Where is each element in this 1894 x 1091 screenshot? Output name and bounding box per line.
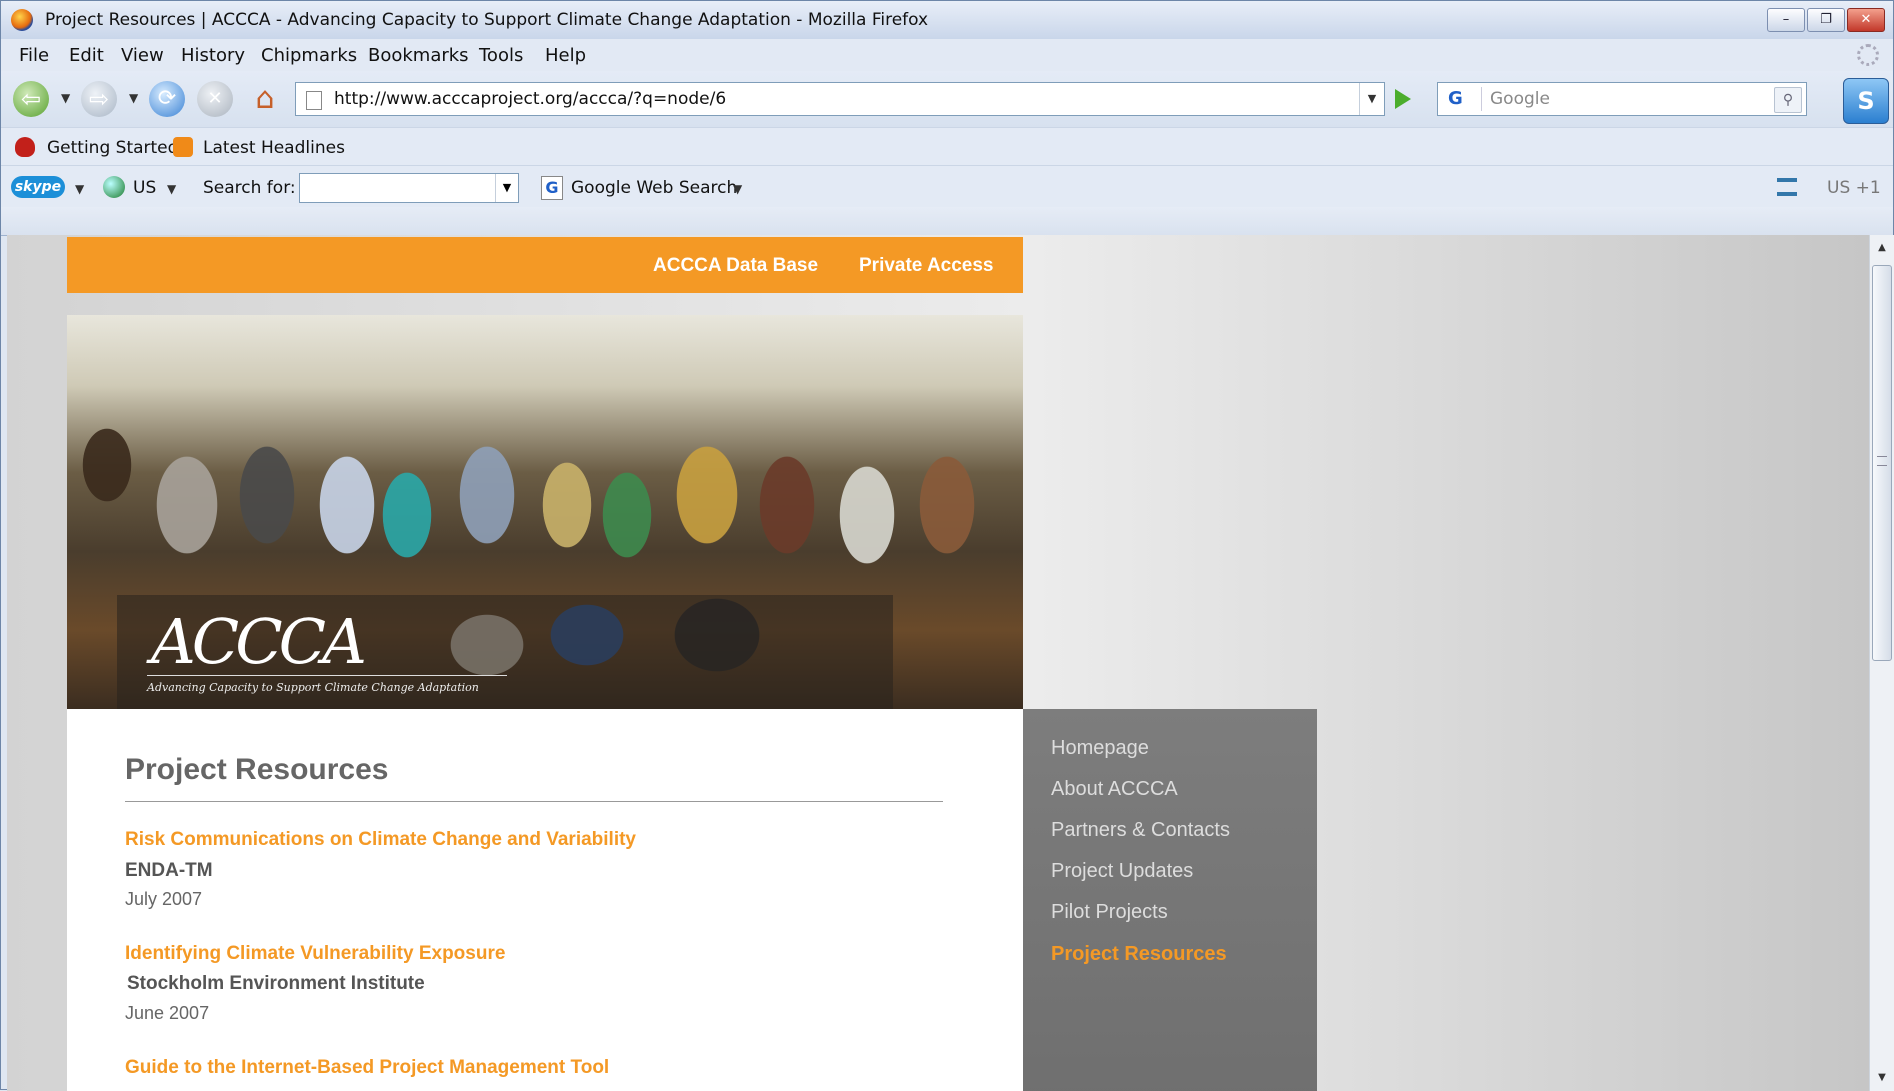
accca-logo: ACCCA <box>151 605 367 678</box>
home-button[interactable]: ⌂ <box>247 81 283 117</box>
scrollbar-thumb[interactable] <box>1872 265 1892 661</box>
resource-title-link[interactable]: Guide to the Internet-Based Project Mana… <box>125 1057 609 1079</box>
phone-code[interactable]: US +1 <box>1827 178 1881 198</box>
logo-divider <box>147 675 507 676</box>
restore-button[interactable]: ❐ <box>1807 8 1845 32</box>
menu-bookmarks[interactable]: Bookmarks <box>368 45 469 66</box>
bookmarks-toolbar: Getting Started Latest Headlines <box>1 127 1893 166</box>
nav-project-resources[interactable]: Project Resources <box>1051 943 1227 966</box>
nav-homepage[interactable]: Homepage <box>1051 737 1149 760</box>
url-text[interactable]: http://www.acccaproject.org/accca/?q=nod… <box>334 89 726 109</box>
scroll-up-icon[interactable]: ▲ <box>1870 237 1894 259</box>
search-for-label: Search for: <box>203 178 296 198</box>
rss-icon <box>173 137 193 157</box>
skype-search-dropdown-icon[interactable]: ▼ <box>495 174 518 202</box>
accca-database-link[interactable]: ACCCA Data Base <box>653 255 818 277</box>
menu-history[interactable]: History <box>181 45 245 66</box>
getting-started-icon <box>15 137 35 157</box>
reload-button[interactable]: ⟳ <box>149 81 185 117</box>
google-web-search-button[interactable]: Google Web Search <box>571 178 737 198</box>
list-icon[interactable] <box>1777 178 1797 196</box>
skype-icon[interactable]: S <box>1843 78 1889 124</box>
top-link-bar: ACCCA Data Base Private Access <box>67 237 1023 293</box>
logo-subtitle: Advancing Capacity to Support Climate Ch… <box>147 681 479 694</box>
menu-help[interactable]: Help <box>545 45 586 66</box>
back-button[interactable]: ⇦ <box>13 81 49 117</box>
title-bar: Project Resources | ACCCA - Advancing Ca… <box>1 1 1893 40</box>
search-icon[interactable]: ⚲ <box>1774 87 1802 113</box>
forward-history-dropdown-icon[interactable]: ▼ <box>129 91 138 105</box>
stop-button[interactable]: ✕ <box>197 81 233 117</box>
close-button[interactable]: ✕ <box>1847 8 1885 32</box>
side-navigation: Homepage About ACCCA Partners & Contacts… <box>1023 709 1317 1091</box>
resource-date: July 2007 <box>125 889 203 909</box>
window-title: Project Resources | ACCCA - Advancing Ca… <box>45 10 929 30</box>
skype-logo[interactable]: skype <box>11 176 65 198</box>
page-content: ACCCA Data Base Private Access ACCCA Adv… <box>7 235 1869 1091</box>
scroll-down-icon[interactable]: ▼ <box>1870 1067 1894 1089</box>
nav-partners-contacts[interactable]: Partners & Contacts <box>1051 819 1230 842</box>
page-title: Project Resources <box>125 753 389 786</box>
main-content: Project Resources Risk Communications on… <box>67 709 1023 1091</box>
toolbar-separator <box>1 207 1893 236</box>
title-divider <box>125 801 943 802</box>
resource-org: ENDA-TM <box>125 860 213 881</box>
country-dropdown-icon[interactable]: ▼ <box>167 182 176 196</box>
search-bar[interactable]: G Google ⚲ <box>1437 82 1807 116</box>
navigation-toolbar: ⇦ ▼ ⇨ ▼ ⟳ ✕ ⌂ http://www.acccaproject.or… <box>1 71 1893 127</box>
hero-banner: ACCCA Advancing Capacity to Support Clim… <box>67 315 1023 709</box>
resource-date: June 2007 <box>125 1003 210 1023</box>
firefox-icon <box>11 9 33 31</box>
country-label[interactable]: US <box>133 178 156 198</box>
skype-toolbar: skype ▼ US ▼ Search for: ▼ G Google Web … <box>1 165 1893 208</box>
browser-window: Project Resources | ACCCA - Advancing Ca… <box>0 0 1894 1091</box>
menu-tools[interactable]: Tools <box>479 45 523 66</box>
search-placeholder[interactable]: Google <box>1490 89 1550 109</box>
throbber-icon <box>1857 44 1879 66</box>
minimize-button[interactable]: – <box>1767 8 1805 32</box>
menu-bar: File Edit View History Chipmarks Bookmar… <box>1 39 1893 71</box>
back-history-dropdown-icon[interactable]: ▼ <box>61 91 70 105</box>
menu-file[interactable]: File <box>19 45 49 66</box>
web-search-dropdown-icon[interactable]: ▼ <box>733 182 742 196</box>
menu-edit[interactable]: Edit <box>69 45 104 66</box>
url-dropdown-icon[interactable]: ▼ <box>1359 83 1384 115</box>
url-bar[interactable]: http://www.acccaproject.org/accca/?q=nod… <box>295 82 1385 116</box>
bookmark-getting-started[interactable]: Getting Started <box>47 138 178 158</box>
vertical-scrollbar[interactable]: ▲ ▼ <box>1869 235 1894 1091</box>
private-access-link[interactable]: Private Access <box>859 255 994 277</box>
resource-title-link[interactable]: Risk Communications on Climate Change an… <box>125 829 636 851</box>
resource-org: Stockholm Environment Institute <box>127 973 425 994</box>
skype-search-input[interactable]: ▼ <box>299 173 519 203</box>
google-icon: G <box>541 176 563 200</box>
search-engine-icon[interactable]: G <box>1442 87 1482 111</box>
resource-title-link[interactable]: Identifying Climate Vulnerability Exposu… <box>125 943 505 965</box>
nav-about-accca[interactable]: About ACCCA <box>1051 778 1178 801</box>
go-button[interactable] <box>1395 89 1411 109</box>
skype-dropdown-icon[interactable]: ▼ <box>75 182 84 196</box>
menu-view[interactable]: View <box>121 45 164 66</box>
page-icon <box>306 91 322 110</box>
nav-pilot-projects[interactable]: Pilot Projects <box>1051 901 1168 924</box>
scrollbar-grip-icon <box>1877 456 1887 466</box>
forward-button[interactable]: ⇨ <box>81 81 117 117</box>
globe-icon <box>103 176 125 198</box>
nav-project-updates[interactable]: Project Updates <box>1051 860 1193 883</box>
menu-chipmarks[interactable]: Chipmarks <box>261 45 357 66</box>
bookmark-latest-headlines[interactable]: Latest Headlines <box>203 138 345 158</box>
